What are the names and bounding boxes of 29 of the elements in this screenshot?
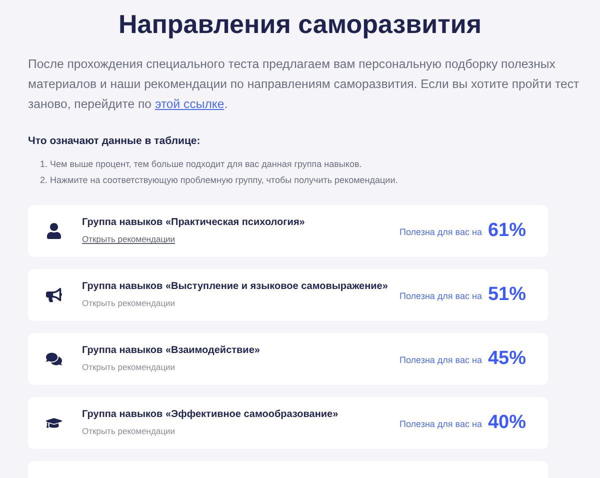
- megaphone-icon: [46, 286, 62, 303]
- speech-bubbles-icon: [46, 350, 62, 367]
- usefulness-label: Полезна для вас на: [399, 354, 482, 367]
- skill-group-card[interactable]: Группа навыков «Взаимодействие» Открыть рекомендации Полезна для вас на 45%: [28, 332, 548, 385]
- open-recommendations-link[interactable]: Открыть рекомендации: [82, 233, 176, 246]
- group-title: Группа навыков «Взаимодействие»: [82, 344, 260, 358]
- skill-group-card[interactable]: Группа навыков «Выступление и языковое самовыражение» Открыть рекомендации Полезна для вас на 51%: [28, 268, 548, 321]
- usefulness-label: Полезна для вас на: [399, 290, 482, 303]
- legend-item: 1. Чем выше процент, тем больше подходит для вас данная группа навыков.: [40, 158, 363, 171]
- skill-group-card[interactable]: Группа навыков «Эффективное самообразование» Открыть рекомендации Полезна для вас на 40%: [28, 396, 548, 449]
- open-recommendations-link[interactable]: Открыть рекомендации: [82, 425, 176, 438]
- percent-value: 40%: [488, 410, 526, 434]
- page-title: Направления саморазвития: [118, 8, 482, 40]
- intro-paragraph: После прохождения специального теста предлагаем вам персональную подборку полезных материалов и наши рекомендации по направлениям саморазвития. Если вы хотите пройти тест заново, перейдите по этой ссылке.: [28, 56, 580, 113]
- usefulness-label: Полезна для вас на: [399, 418, 482, 431]
- legend-heading: Что означают данные в таблице:: [28, 134, 202, 149]
- percent-value: 45%: [488, 346, 526, 370]
- open-recommendations-link[interactable]: Открыть рекомендации: [82, 361, 176, 374]
- group-title: Группа навыков «Эффективное самообразование»: [82, 408, 338, 422]
- group-title: Группа навыков «Практическая психология»: [82, 216, 305, 230]
- usefulness-label: Полезна для вас на: [399, 226, 482, 239]
- legend-item: 2. Нажмите на соответствующую проблемную группу, чтобы получить рекомендации.: [40, 174, 399, 187]
- skill-group-card[interactable]: Группа навыков «Практическая психология» Открыть рекомендации Полезна для вас на 61%: [28, 204, 548, 257]
- person-icon: [46, 222, 62, 239]
- open-recommendations-link[interactable]: Открыть рекомендации: [82, 297, 176, 310]
- group-title: Группа навыков «Выступление и языковое самовыражение»: [82, 280, 388, 294]
- retake-link[interactable]: этой ссылке: [154, 97, 224, 111]
- percent-value: 51%: [488, 282, 526, 306]
- percent-value: 61%: [488, 218, 526, 242]
